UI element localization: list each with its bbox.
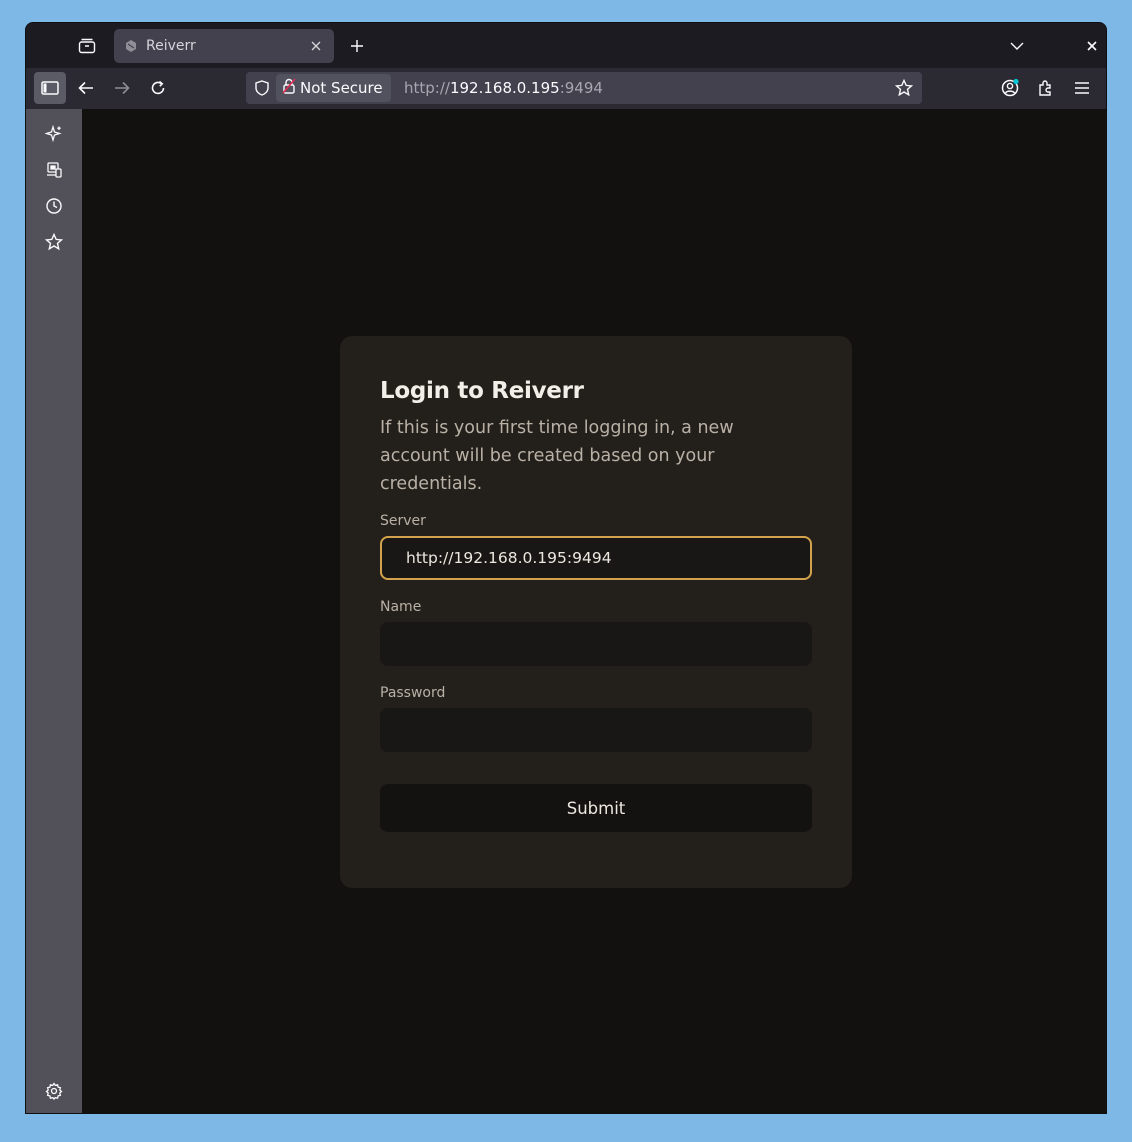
hamburger-menu-icon[interactable] [1066,72,1098,104]
browser-sidebar [26,109,82,1113]
close-tab-icon[interactable] [308,38,324,54]
url-suffix: :9494 [559,79,603,97]
server-input[interactable]: http://192.168.0.195:9494 [380,536,812,580]
reiverr-favicon-icon [124,39,138,53]
tab-reiverr[interactable]: Reiverr [114,29,334,63]
sidebar-toggle-icon[interactable] [34,72,66,104]
url-host: 192.168.0.195 [449,79,560,97]
gear-icon[interactable] [42,1079,66,1103]
forward-arrow-icon[interactable] [106,72,138,104]
url-text[interactable]: http://192.168.0.195:9494 [404,79,603,97]
chevron-down-icon[interactable] [1006,35,1028,57]
password-input[interactable] [380,708,812,752]
url-prefix: http:// [404,79,450,97]
navigation-toolbar: Not Secure http://192.168.0.195:9494 [26,68,1106,109]
name-input[interactable] [380,622,812,666]
login-description: If this is your first time logging in, a… [380,418,734,494]
insecure-lock-icon [282,78,296,98]
tab-strip: Reiverr [26,23,1106,68]
bookmarks-icon[interactable] [42,230,66,254]
extensions-puzzle-icon[interactable] [1030,72,1062,104]
reload-icon[interactable] [142,72,174,104]
ai-sparkle-icon[interactable] [42,122,66,146]
tracking-protection-shield-icon[interactable] [252,78,272,98]
tab-title: Reiverr [146,38,196,54]
server-label: Server [380,513,426,529]
submit-button[interactable]: Submit [380,784,812,832]
bookmark-star-icon[interactable] [894,78,914,98]
address-bar[interactable]: Not Secure http://192.168.0.195:9494 [246,72,922,104]
history-icon[interactable] [42,194,66,218]
name-label: Name [380,599,422,615]
synced-tabs-icon[interactable] [42,158,66,182]
tab-list-icon[interactable] [74,33,100,59]
back-arrow-icon[interactable] [70,72,102,104]
new-tab-icon[interactable] [346,35,368,57]
login-card: Login to Reiverr If this is your first t… [340,336,852,888]
account-icon[interactable] [994,72,1026,104]
window-close-icon[interactable] [1081,35,1103,57]
page-content: Login to Reiverr If this is your first t… [82,109,1106,1113]
password-label: Password [380,685,446,701]
page-title: Login to Reiverr [380,378,584,404]
browser-window: Reiverr Not Secure http://192.168.0.195:… [25,22,1107,1114]
site-security-button[interactable]: Not Secure [276,74,391,102]
security-label: Not Secure [300,79,383,97]
